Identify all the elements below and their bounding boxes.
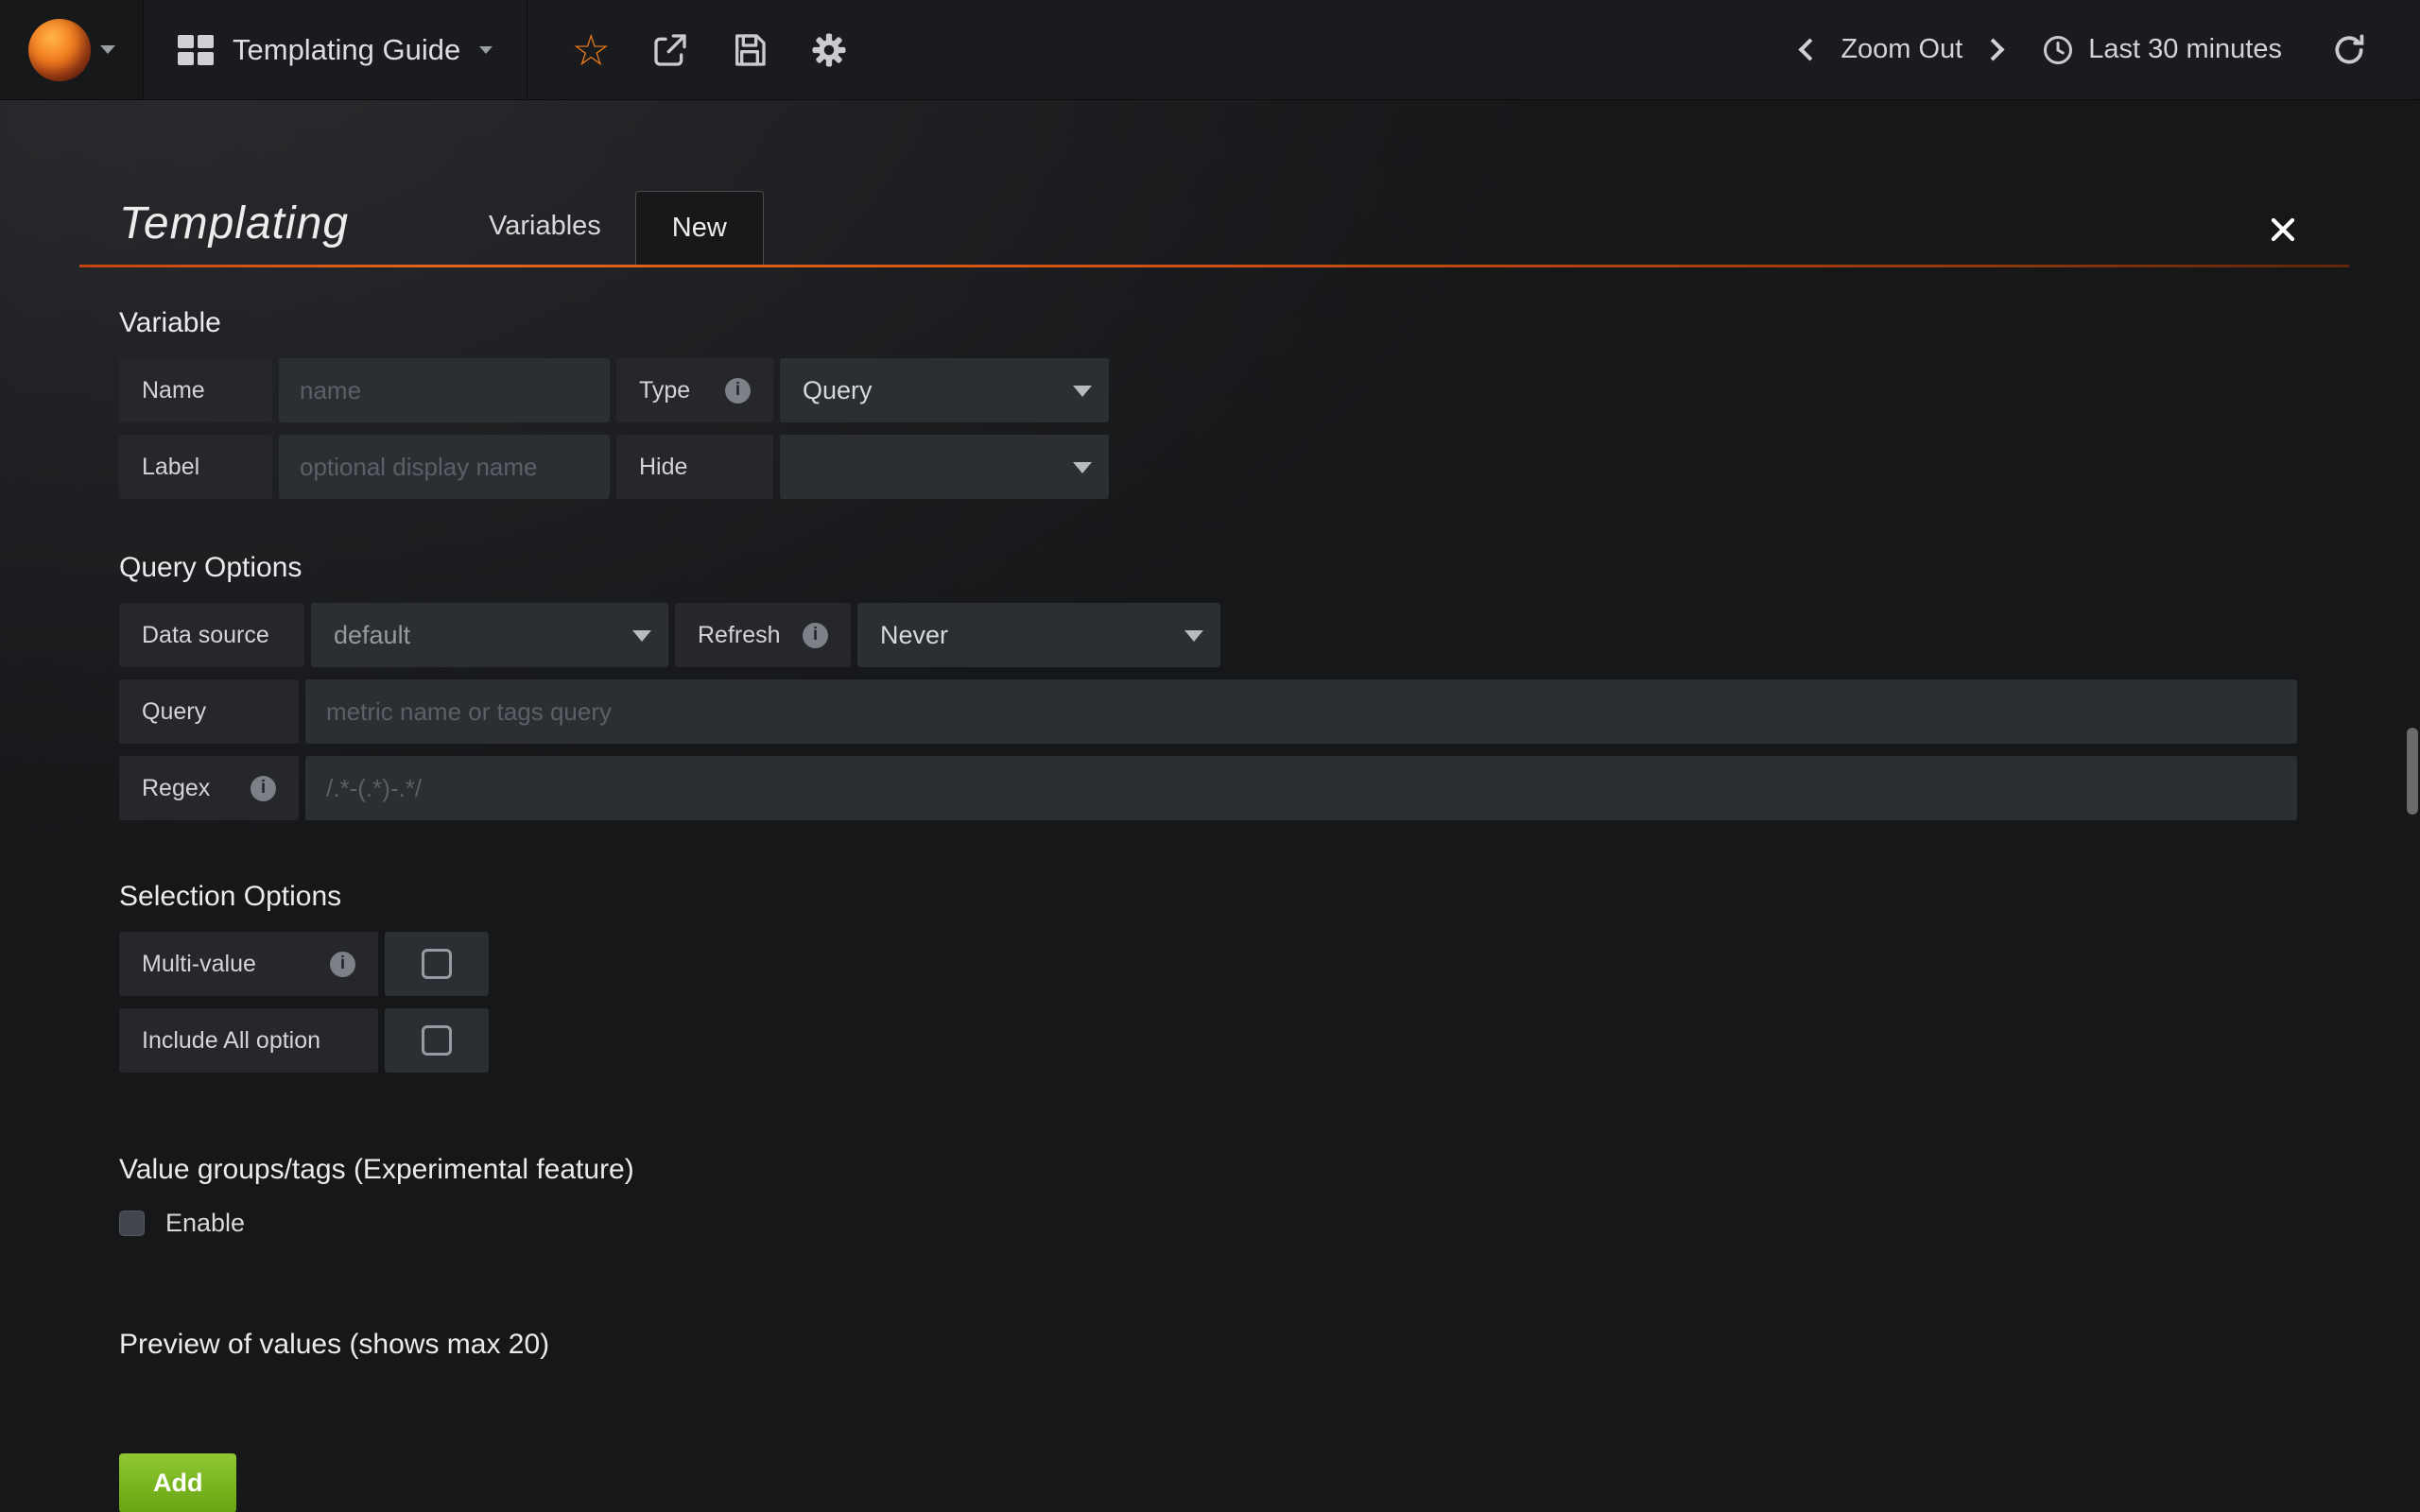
templating-editor: Templating Variables New Variable Name T… bbox=[0, 100, 2420, 1512]
star-icon[interactable]: ☆ bbox=[563, 23, 618, 77]
save-icon[interactable] bbox=[722, 23, 777, 77]
regex-row: Regex i bbox=[119, 756, 2297, 820]
chevron-down-icon bbox=[1073, 386, 1092, 397]
time-range-picker[interactable]: Last 30 minutes bbox=[2041, 33, 2282, 67]
include-all-row: Include All option bbox=[119, 1008, 2297, 1073]
scrollbar-thumb[interactable] bbox=[2407, 728, 2418, 815]
hide-label: Hide bbox=[616, 435, 773, 499]
dashboard-picker[interactable]: Templating Guide bbox=[144, 0, 527, 99]
tab-variables[interactable]: Variables bbox=[455, 211, 635, 265]
query-options-heading: Query Options bbox=[119, 552, 2297, 584]
variable-row-2: Label Hide bbox=[119, 435, 2297, 499]
chevron-down-icon bbox=[632, 630, 651, 642]
label-label: Label bbox=[119, 435, 272, 499]
refresh-select[interactable]: Never bbox=[857, 603, 1220, 667]
clock-icon bbox=[2041, 33, 2075, 67]
add-button[interactable]: Add bbox=[119, 1453, 236, 1512]
datasource-select-value: default bbox=[334, 621, 410, 650]
checkbox-icon bbox=[422, 949, 452, 979]
type-select-value: Query bbox=[803, 376, 873, 405]
datasource-label: Data source bbox=[119, 603, 304, 667]
name-label: Name bbox=[119, 358, 272, 422]
query-options-section: Query Options Data source default Refres… bbox=[119, 552, 2297, 820]
hide-select[interactable] bbox=[780, 435, 1109, 499]
enable-checkbox[interactable] bbox=[119, 1211, 145, 1236]
info-icon[interactable]: i bbox=[725, 378, 751, 404]
editor-tabs: Variables New bbox=[455, 191, 764, 265]
name-input[interactable] bbox=[279, 358, 610, 422]
time-shift-left-icon[interactable] bbox=[1799, 38, 1822, 60]
star-glyph: ☆ bbox=[572, 28, 611, 72]
include-all-label: Include All option bbox=[119, 1008, 378, 1073]
variable-row-1: Name Type i Query bbox=[119, 358, 2297, 422]
checkbox-icon bbox=[422, 1025, 452, 1056]
include-all-checkbox[interactable] bbox=[385, 1008, 489, 1073]
type-label: Type i bbox=[616, 358, 773, 422]
query-row: Query bbox=[119, 679, 2297, 744]
enable-label: Enable bbox=[165, 1209, 245, 1238]
dashboard-grid-icon bbox=[178, 35, 214, 65]
type-select[interactable]: Query bbox=[780, 358, 1109, 422]
datasource-row: Data source default Refresh i Never bbox=[119, 603, 2297, 667]
multi-value-checkbox[interactable] bbox=[385, 932, 489, 996]
multi-value-label-text: Multi-value bbox=[142, 951, 256, 978]
navbar-time-controls: Zoom Out Last 30 minutes bbox=[1802, 0, 2420, 99]
value-groups-section: Value groups/tags (Experimental feature)… bbox=[119, 1154, 2297, 1238]
regex-label: Regex i bbox=[119, 756, 299, 820]
variable-section: Variable Name Type i Query Label Hide bbox=[119, 307, 2297, 499]
page-title: Templating bbox=[119, 198, 349, 265]
chevron-down-icon bbox=[479, 46, 493, 54]
zoom-out-button[interactable]: Zoom Out bbox=[1841, 34, 1962, 65]
info-icon[interactable]: i bbox=[330, 952, 355, 977]
settings-gear-icon[interactable] bbox=[802, 23, 856, 77]
preview-heading: Preview of values (shows max 20) bbox=[119, 1329, 2297, 1361]
time-shift-right-icon[interactable] bbox=[1982, 38, 2005, 60]
close-icon[interactable] bbox=[2269, 215, 2297, 265]
navbar-actions: ☆ bbox=[527, 0, 892, 99]
refresh-label: Refresh i bbox=[675, 603, 851, 667]
preview-section: Preview of values (shows max 20) bbox=[119, 1329, 2297, 1361]
refresh-select-value: Never bbox=[880, 621, 948, 650]
multi-value-row: Multi-value i bbox=[119, 932, 2297, 996]
grafana-logo-icon bbox=[28, 19, 91, 81]
accent-divider bbox=[79, 265, 2349, 267]
info-icon[interactable]: i bbox=[251, 776, 276, 801]
enable-row: Enable bbox=[119, 1209, 2297, 1238]
zoom-group: Zoom Out bbox=[1802, 34, 2001, 65]
dashboard-title: Templating Guide bbox=[233, 33, 460, 67]
value-groups-heading: Value groups/tags (Experimental feature) bbox=[119, 1154, 2297, 1186]
selection-options-heading: Selection Options bbox=[119, 881, 2297, 913]
variable-heading: Variable bbox=[119, 307, 2297, 339]
editor-header: Templating Variables New bbox=[119, 191, 2297, 265]
share-icon[interactable] bbox=[643, 23, 698, 77]
datasource-select[interactable]: default bbox=[311, 603, 668, 667]
query-label: Query bbox=[119, 679, 299, 744]
refresh-icon[interactable] bbox=[2322, 23, 2377, 77]
chevron-down-icon bbox=[1184, 630, 1203, 642]
refresh-label-text: Refresh bbox=[698, 622, 781, 649]
label-input[interactable] bbox=[279, 435, 610, 499]
selection-options-section: Selection Options Multi-value i Include … bbox=[119, 881, 2297, 1073]
query-input[interactable] bbox=[305, 679, 2297, 744]
grafana-logo-menu[interactable] bbox=[0, 0, 144, 99]
time-range-label: Last 30 minutes bbox=[2088, 34, 2282, 65]
info-icon[interactable]: i bbox=[803, 623, 828, 648]
chevron-down-icon bbox=[100, 45, 115, 54]
regex-label-text: Regex bbox=[142, 775, 210, 802]
chevron-down-icon bbox=[1073, 462, 1092, 473]
multi-value-label: Multi-value i bbox=[119, 932, 378, 996]
type-label-text: Type bbox=[639, 377, 690, 404]
top-navbar: Templating Guide ☆ bbox=[0, 0, 2420, 100]
regex-input[interactable] bbox=[305, 756, 2297, 820]
tab-new[interactable]: New bbox=[635, 191, 764, 265]
